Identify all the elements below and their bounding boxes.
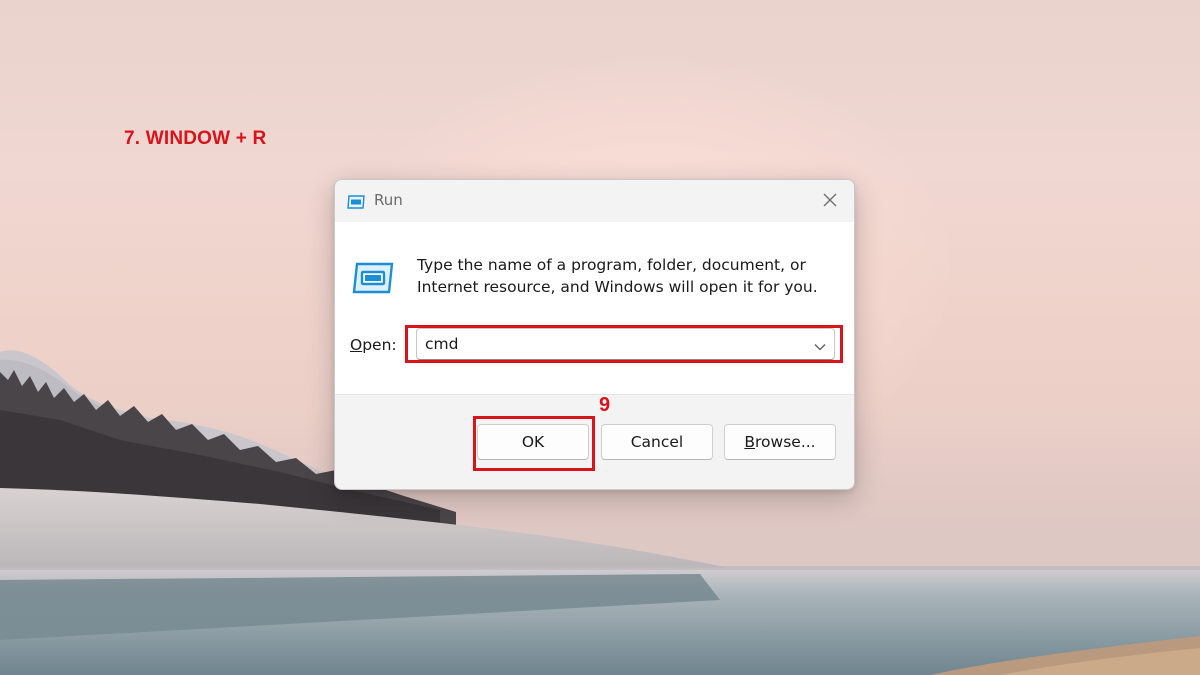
dialog-content: Type the name of a program, folder, docu… xyxy=(335,222,854,394)
dialog-button-area: OK Cancel Browse... xyxy=(335,394,854,489)
open-input[interactable] xyxy=(425,334,795,354)
step-9-annotation: 9 xyxy=(599,394,611,416)
open-combobox[interactable] xyxy=(416,328,835,360)
description-line-1: Type the name of a program, folder, docu… xyxy=(417,256,806,274)
description-line-2: Internet resource, and Windows will open… xyxy=(417,278,818,296)
open-label-mnemonic: O xyxy=(350,336,363,354)
close-icon xyxy=(823,192,837,211)
run-icon xyxy=(352,262,394,294)
close-button[interactable] xyxy=(814,186,846,216)
browse-button[interactable]: Browse... xyxy=(724,424,836,460)
dialog-description: Type the name of a program, folder, docu… xyxy=(417,254,837,298)
run-dialog: Run Type the name of a program, folder, … xyxy=(334,179,855,490)
title-bar[interactable]: Run xyxy=(335,180,854,222)
ok-button[interactable]: OK xyxy=(477,424,589,460)
horizon-line xyxy=(0,566,1200,570)
browse-mnemonic: B xyxy=(744,433,756,451)
desktop-wallpaper: 7. WINDOW + R 8 Run xyxy=(0,0,1200,675)
run-icon xyxy=(347,194,365,209)
open-label: Open: xyxy=(350,336,397,354)
step-7-annotation: 7. WINDOW + R xyxy=(124,128,267,149)
chevron-down-icon xyxy=(814,336,826,355)
dialog-title: Run xyxy=(374,191,403,209)
browse-rest: rowse... xyxy=(755,433,816,451)
open-label-rest: pen: xyxy=(362,336,397,354)
cancel-button[interactable]: Cancel xyxy=(601,424,713,460)
dropdown-button[interactable] xyxy=(812,337,828,353)
